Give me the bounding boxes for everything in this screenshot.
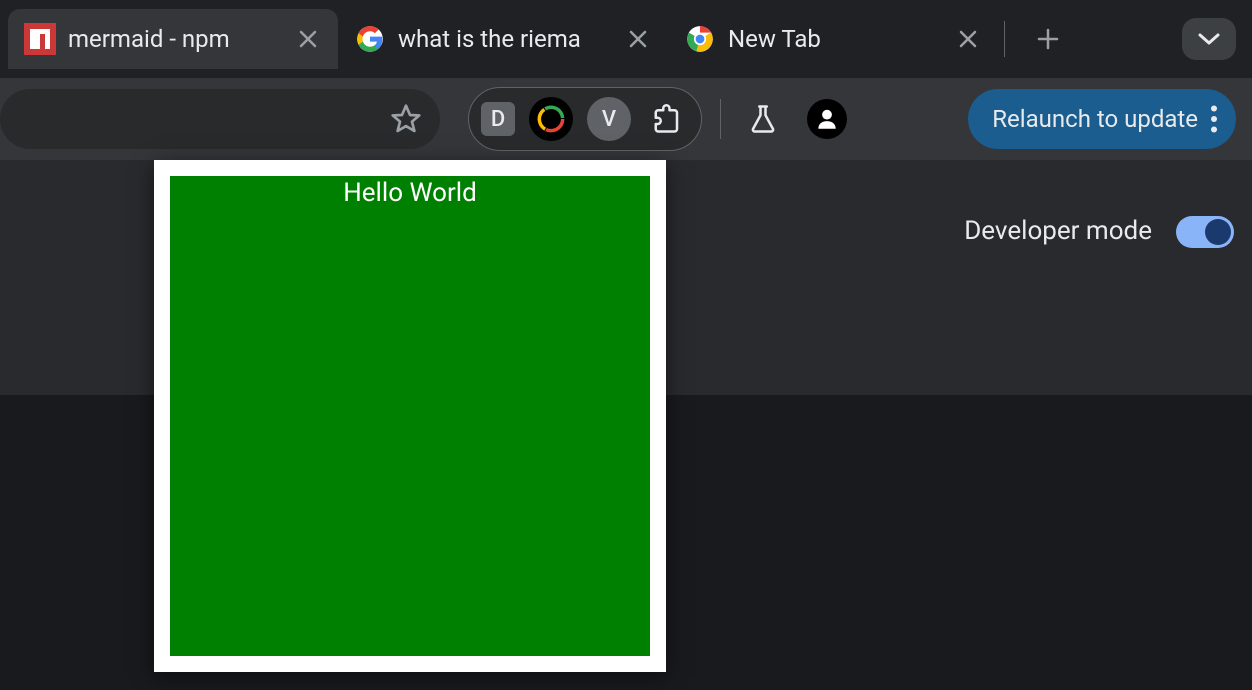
close-icon[interactable] bbox=[294, 25, 322, 53]
tab-title: what is the riema bbox=[398, 25, 612, 53]
relaunch-update-button[interactable]: Relaunch to update bbox=[968, 89, 1236, 149]
toolbar: D V Relaunch to update bbox=[0, 78, 1252, 160]
tab-search-dropdown[interactable] bbox=[1182, 18, 1236, 60]
profile-avatar[interactable] bbox=[807, 99, 847, 139]
extension-d-label: D bbox=[491, 107, 505, 132]
tab-strip: mermaid - npm what is the riema bbox=[0, 0, 1252, 78]
tab-title: New Tab bbox=[728, 25, 942, 53]
new-tab-button[interactable] bbox=[1023, 14, 1073, 64]
developer-mode-toggle[interactable] bbox=[1176, 216, 1234, 248]
extension-v-icon[interactable]: V bbox=[587, 97, 631, 141]
page-content: Developer mode Hello World bbox=[0, 160, 1252, 690]
toolbar-separator bbox=[720, 99, 721, 139]
toggle-knob bbox=[1205, 219, 1231, 245]
close-icon[interactable] bbox=[624, 25, 652, 53]
popup-hello-text: Hello World bbox=[343, 178, 477, 208]
developer-mode-label: Developer mode bbox=[964, 216, 1152, 246]
chevron-down-icon bbox=[1198, 32, 1220, 46]
google-favicon-icon bbox=[354, 23, 386, 55]
tab-separator bbox=[1004, 21, 1005, 57]
tab-new-tab[interactable]: New Tab bbox=[668, 9, 998, 69]
popup-content: Hello World bbox=[170, 176, 650, 656]
extension-d-icon[interactable]: D bbox=[481, 102, 515, 136]
extensions-puzzle-icon[interactable] bbox=[645, 97, 689, 141]
person-icon bbox=[814, 106, 840, 132]
tab-title: mermaid - npm bbox=[68, 25, 282, 53]
extensions-group: D V bbox=[468, 87, 702, 151]
relaunch-label: Relaunch to update bbox=[992, 105, 1198, 133]
bookmark-star-icon[interactable] bbox=[390, 103, 422, 135]
omnibox[interactable] bbox=[0, 89, 440, 149]
tab-mermaid-npm[interactable]: mermaid - npm bbox=[8, 9, 338, 69]
close-icon[interactable] bbox=[954, 25, 982, 53]
labs-flask-icon[interactable] bbox=[739, 95, 787, 143]
tab-google-search[interactable]: what is the riema bbox=[338, 9, 668, 69]
extension-chrome-icon[interactable] bbox=[529, 97, 573, 141]
npm-favicon-icon bbox=[24, 23, 56, 55]
extension-v-label: V bbox=[602, 107, 616, 132]
extension-popup: Hello World bbox=[154, 160, 666, 672]
chrome-favicon-icon bbox=[684, 23, 716, 55]
more-vert-icon bbox=[1210, 105, 1218, 133]
